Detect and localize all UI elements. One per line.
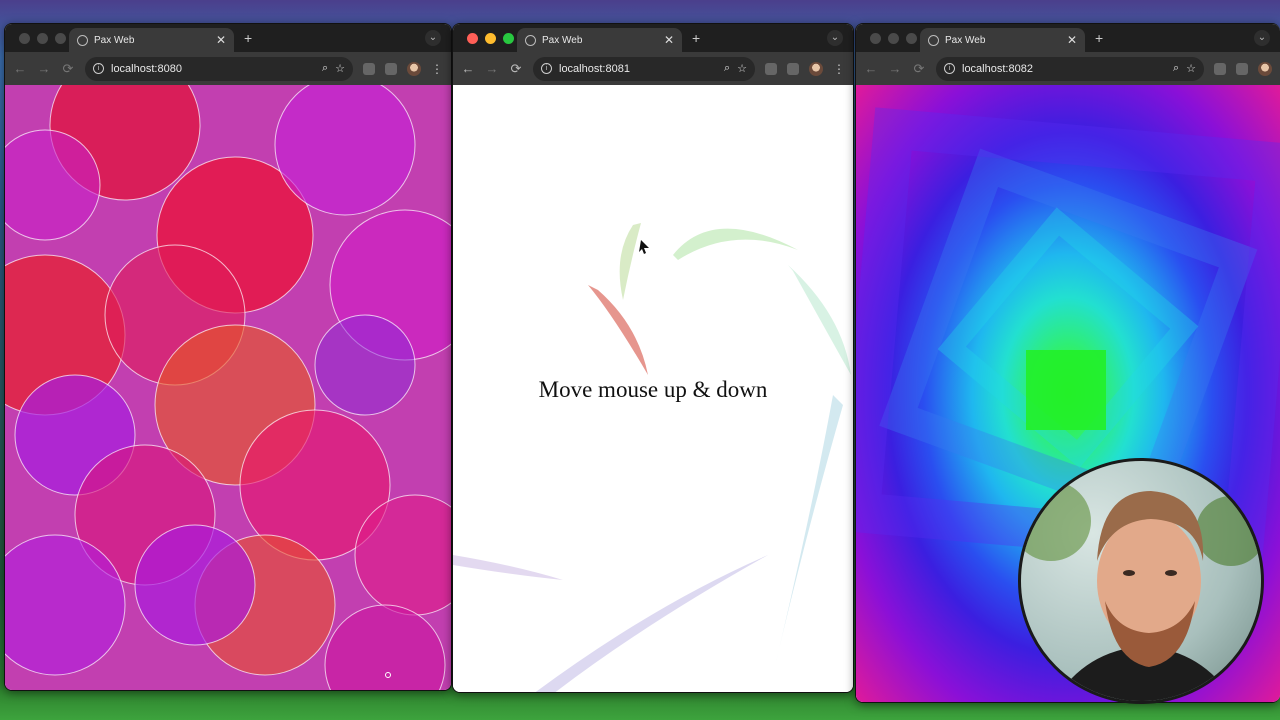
puzzle-icon[interactable] <box>1236 62 1248 75</box>
tab-pax-web[interactable]: Pax Web ✕ <box>517 28 682 52</box>
traffic-lights <box>856 32 920 44</box>
site-info-icon[interactable]: i <box>944 63 955 74</box>
tab-search-chevron-icon[interactable]: ⌄ <box>1254 30 1270 46</box>
tab-bar: Pax Web ✕ + ⌄ <box>5 24 451 52</box>
puzzle-icon[interactable] <box>385 62 397 75</box>
profile-avatar[interactable] <box>1258 61 1272 76</box>
tab-pax-web[interactable]: Pax Web ✕ <box>69 28 234 52</box>
maximize-window-button[interactable] <box>55 32 66 44</box>
profile-avatar[interactable] <box>407 61 421 76</box>
close-window-button[interactable] <box>870 32 881 44</box>
browser-menu-icon[interactable]: ⋮ <box>833 62 845 76</box>
tab-bar: Pax Web ✕ + ⌄ <box>856 24 1280 52</box>
close-tab-icon[interactable]: ✕ <box>1067 33 1077 47</box>
address-bar[interactable]: i localhost:8082 ⌕ ☆ <box>936 56 1204 81</box>
webcam-overlay <box>1018 458 1264 704</box>
close-tab-icon[interactable]: ✕ <box>664 33 674 47</box>
reload-button[interactable]: ⟳ <box>912 61 926 77</box>
tab-bar: Pax Web ✕ + ⌄ <box>453 24 853 52</box>
back-button[interactable]: ← <box>13 61 27 76</box>
zoom-icon[interactable]: ⌕ <box>724 62 730 75</box>
extension-icon[interactable] <box>765 62 777 75</box>
minimize-window-button[interactable] <box>888 32 899 44</box>
tab-search-chevron-icon[interactable]: ⌄ <box>827 30 843 46</box>
close-window-button[interactable] <box>467 32 478 44</box>
browser-toolbar: ← → ⟳ i localhost:8081 ⌕ ☆ ⋮ <box>453 52 853 85</box>
new-tab-button[interactable]: + <box>692 30 700 46</box>
browser-window-8080[interactable]: Pax Web ✕ + ⌄ ← → ⟳ i localhost:8080 ⌕ ☆… <box>4 23 452 691</box>
profile-avatar[interactable] <box>809 61 823 76</box>
extension-icon[interactable] <box>363 62 375 75</box>
zoom-icon[interactable]: ⌕ <box>322 62 328 75</box>
tab-title: Pax Web <box>945 34 986 46</box>
traffic-lights <box>453 32 517 44</box>
back-button[interactable]: ← <box>461 61 475 76</box>
browser-window-8081[interactable]: Pax Web ✕ + ⌄ ← → ⟳ i localhost:8081 ⌕ ☆… <box>452 23 854 693</box>
browser-menu-icon[interactable]: ⋮ <box>431 62 443 76</box>
forward-button[interactable]: → <box>485 61 499 76</box>
tab-title: Pax Web <box>94 34 135 46</box>
instruction-text: Move mouse up & down <box>538 377 768 402</box>
tab-pax-web[interactable]: Pax Web ✕ <box>920 28 1085 52</box>
globe-icon <box>77 34 88 46</box>
presenter-avatar <box>1021 481 1261 701</box>
url-text: localhost:8082 <box>962 62 1033 75</box>
extension-icon[interactable] <box>1214 62 1226 75</box>
browser-toolbar: ← → ⟳ i localhost:8082 ⌕ ☆ <box>856 52 1280 85</box>
circles-canvas <box>5 85 451 690</box>
new-tab-button[interactable]: + <box>1095 30 1103 46</box>
browser-toolbar: ← → ⟳ i localhost:8080 ⌕ ☆ ⋮ <box>5 52 451 85</box>
new-tab-button[interactable]: + <box>244 30 252 46</box>
zoom-icon[interactable]: ⌕ <box>1173 62 1179 75</box>
reload-button[interactable]: ⟳ <box>61 61 75 77</box>
page-content-strokes[interactable]: Move mouse up & down <box>453 85 853 692</box>
address-bar[interactable]: i localhost:8080 ⌕ ☆ <box>85 56 353 81</box>
bookmark-star-icon[interactable]: ☆ <box>335 62 345 75</box>
cursor-ring-icon <box>385 672 391 678</box>
site-info-icon[interactable]: i <box>93 63 104 74</box>
page-content-circles[interactable] <box>5 85 451 690</box>
globe-icon <box>525 34 536 46</box>
globe-icon <box>928 34 939 46</box>
url-text: localhost:8080 <box>111 62 182 75</box>
reload-button[interactable]: ⟳ <box>509 61 523 77</box>
forward-button[interactable]: → <box>37 61 51 76</box>
maximize-window-button[interactable] <box>906 32 917 44</box>
url-text: localhost:8081 <box>559 62 630 75</box>
address-bar[interactable]: i localhost:8081 ⌕ ☆ <box>533 56 755 81</box>
mouse-cursor-icon <box>639 240 649 254</box>
site-info-icon[interactable]: i <box>541 63 552 74</box>
tab-search-chevron-icon[interactable]: ⌄ <box>425 30 441 46</box>
bookmark-star-icon[interactable]: ☆ <box>737 62 747 75</box>
back-button[interactable]: ← <box>864 61 878 76</box>
tab-title: Pax Web <box>542 34 583 46</box>
bookmark-star-icon[interactable]: ☆ <box>1186 62 1196 75</box>
close-tab-icon[interactable]: ✕ <box>216 33 226 47</box>
forward-button[interactable]: → <box>888 61 902 76</box>
minimize-window-button[interactable] <box>485 32 496 44</box>
puzzle-icon[interactable] <box>787 62 799 75</box>
traffic-lights <box>5 32 69 44</box>
minimize-window-button[interactable] <box>37 32 48 44</box>
maximize-window-button[interactable] <box>503 32 514 44</box>
close-window-button[interactable] <box>19 32 30 44</box>
